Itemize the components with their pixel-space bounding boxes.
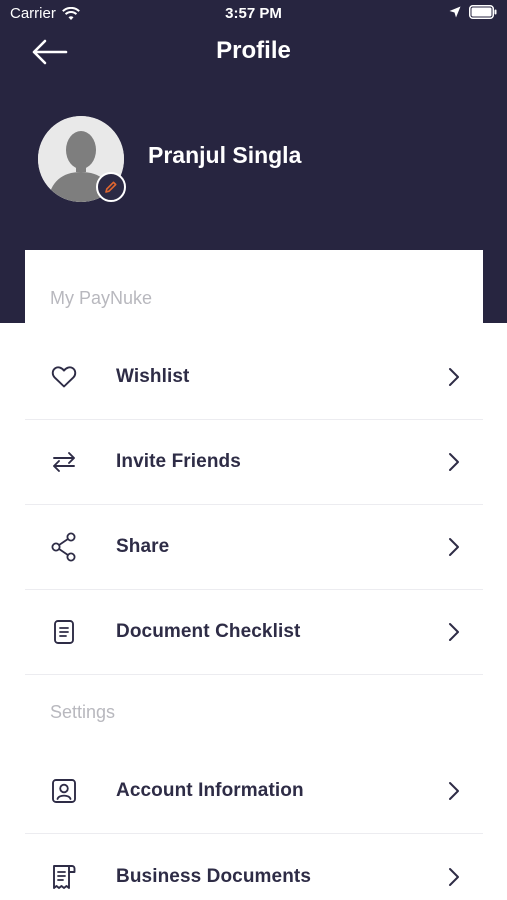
menu-item-label: Business Documents <box>116 865 312 887</box>
menu-item-document-checklist[interactable]: Document Checklist <box>25 590 483 675</box>
receipt-icon <box>49 862 79 892</box>
chevron-right-icon <box>447 781 461 801</box>
menu-item-invite-friends[interactable]: Invite Friends <box>25 420 483 505</box>
profile-menu-card: My PayNuke Wishlist Invite Friends Share… <box>25 250 483 900</box>
menu-item-share[interactable]: Share <box>25 505 483 590</box>
menu-item-label: Share <box>116 536 170 557</box>
menu-item-business-documents[interactable]: Business Documents <box>25 834 483 900</box>
section-title-my-paynuke: My PayNuke <box>50 288 153 308</box>
chevron-right-icon <box>447 867 461 887</box>
battery-icon <box>469 5 497 19</box>
status-time: 3:57 PM <box>225 5 282 22</box>
pencil-icon <box>104 180 118 194</box>
user-name: Pranjul Singla <box>148 142 302 168</box>
chevron-right-icon <box>447 367 461 387</box>
status-bar: Carrier 3:57 PM <box>0 0 507 28</box>
menu-item-label: Account Information <box>116 780 304 801</box>
menu-item-label: Invite Friends <box>116 451 241 472</box>
page-title: Profile <box>216 37 291 64</box>
share-icon <box>49 532 79 562</box>
location-arrow-icon <box>449 6 461 18</box>
chevron-right-icon <box>447 452 461 472</box>
account-icon <box>49 776 79 806</box>
edit-avatar-button[interactable] <box>96 172 126 202</box>
chevron-right-icon <box>447 622 461 642</box>
document-icon <box>49 617 79 647</box>
navigation-bar: Profile <box>0 28 507 76</box>
chevron-right-icon <box>447 537 461 557</box>
swap-arrows-icon <box>49 447 79 477</box>
menu-item-account-information[interactable]: Account Information <box>25 749 483 834</box>
heart-icon <box>49 362 79 392</box>
section-title-settings: Settings <box>50 702 116 722</box>
status-right <box>449 5 497 19</box>
menu-item-label: Document Checklist <box>116 621 301 642</box>
menu-item-label: Wishlist <box>116 366 190 387</box>
menu-item-wishlist[interactable]: Wishlist <box>25 335 483 420</box>
